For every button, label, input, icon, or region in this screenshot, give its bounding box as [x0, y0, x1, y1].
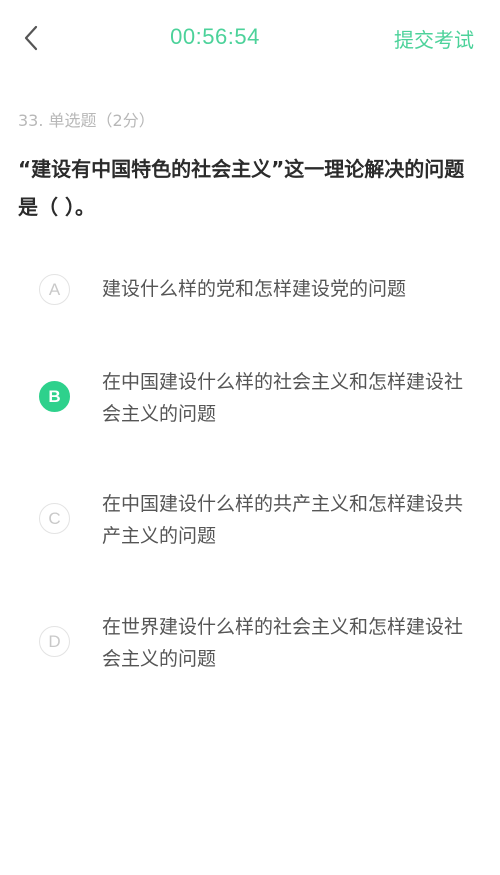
option-c-text: 在中国建设什么样的共产主义和怎样建设共产主义的问题: [102, 493, 464, 547]
option-b-text: 在中国建设什么样的社会主义和怎样建设社会主义的问题: [102, 371, 464, 425]
submit-exam-button[interactable]: 提交考试: [394, 24, 474, 53]
exam-timer: 00:56:54: [170, 24, 260, 49]
option-a-letter: A: [39, 274, 70, 305]
question-text: “建设有中国特色的社会主义”这一理论解决的问题是（ ）。: [18, 157, 465, 219]
option-d-text: 在世界建设什么样的社会主义和怎样建设社会主义的问题: [102, 616, 464, 670]
question-meta: 33. 单选题（2分）: [18, 111, 155, 130]
back-button[interactable]: [14, 20, 50, 56]
chevron-left-icon: [24, 25, 38, 51]
option-d-letter: D: [39, 626, 70, 657]
option-c-letter: C: [39, 503, 70, 534]
option-b-letter: B: [39, 381, 70, 412]
option-a-text: 建设什么样的党和怎样建设党的问题: [102, 278, 407, 300]
top-bar: 00:56:54 提交考试: [0, 0, 500, 76]
